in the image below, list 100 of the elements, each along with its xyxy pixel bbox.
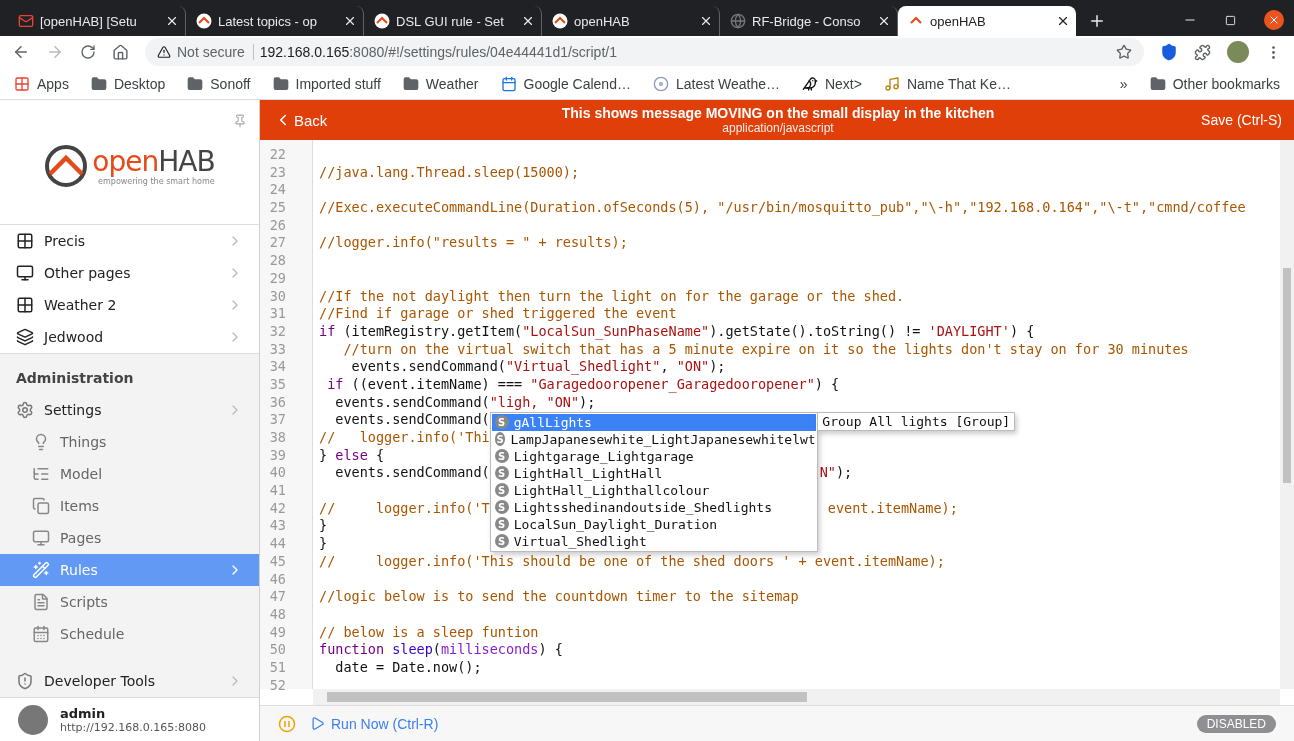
- house-circle-icon: [374, 13, 390, 29]
- bookmark-link[interactable]: Other bookmarks: [1172, 75, 1280, 92]
- line-number: 49: [268, 623, 287, 642]
- shield-icon[interactable]: [1160, 43, 1178, 61]
- browser-tab[interactable]: openHAB: [898, 6, 1076, 36]
- copy-icon: [32, 497, 50, 515]
- script-type: application/javascript: [722, 121, 834, 135]
- line-number: 52: [268, 676, 287, 695]
- suggestion-badge: S: [494, 534, 509, 548]
- disc-icon: [652, 75, 669, 92]
- line-number: 36: [268, 393, 287, 412]
- list-icon: [32, 465, 50, 483]
- line-number: 47: [268, 588, 287, 606]
- close-icon[interactable]: [343, 14, 357, 28]
- suggestion-item[interactable]: S Lightgarage_Lightgarage: [491, 447, 816, 465]
- sidebar-item[interactable]: Other pages: [0, 257, 259, 289]
- line-number: 25: [268, 199, 287, 217]
- close-icon[interactable]: [699, 14, 713, 28]
- star-icon[interactable]: [1116, 44, 1132, 60]
- logo-icon: [44, 144, 89, 188]
- bookmark-link[interactable]: Name That Ke…: [906, 75, 1011, 92]
- run-now-link[interactable]: Run Now (Ctrl-R): [310, 715, 439, 732]
- line-number: 39: [268, 446, 287, 465]
- suggestion-item[interactable]: S LightHall_Lighthallcolour: [491, 481, 816, 499]
- calendar-icon: [32, 625, 50, 643]
- sidebar-item[interactable]: Scripts: [0, 586, 259, 618]
- music-note-icon: [883, 75, 900, 92]
- code-editor[interactable]: //java.lang.Thread.sleep(15000); //Exec.executeCommandLine(Duration.ofSeconds(5), "/usr/bin/mosquitto_pub","\-h","192.168.0.164","\-t","cmnd/coffee //logger.info("results = " + results); //If the not daylight then turn the light on for the garage or the shed. //Find if garage or shed triggered the event if (itemRegistry.getItem("LocalSun_SunPhaseName").getState().toString() != 'DAYLIGHT') { //turn on the virtual switch that has a 5 minute expire on it so the lights don't stay on for 30 minutes events.sendCommand("Virtual_Shedlight", "ON"); if ((event.itemName) === "Garagedooropener_Garagedooropener") { events.sendCommand("ligh, "ON"); events.sendCommand( // logger.info('Thi } else { events.sendCommand( N"); // logger.info('T event.itemName); } } // logger.info('This should be one of the shed doors ' + event.itemName); //logic below is to send the countdown timer to the sitemap // below is a sleep funtion function sleep(milliseconds) { date = Date.now(); S gAllLights S LampJapanesewhite_LightJapanesewhitelwt S Lightgarage_Lightgarage S LightHall_LightHall S LightHall_Lighthallcolour S Lightsshedinandoutside_Shedlights S LocalSun_Daylight_Duration S Virtual_Shedlight Group All lights [Group]: [313, 140, 1280, 689]
- line-number: 23: [268, 163, 287, 182]
- line-number: 51: [268, 658, 287, 677]
- warning-icon: [157, 45, 171, 59]
- new-tab-icon[interactable]: [1088, 12, 1106, 30]
- line-number: 44: [268, 535, 287, 553]
- sidebar-item[interactable]: Model: [0, 458, 259, 490]
- bookmark-link[interactable]: Imported stuff: [295, 75, 381, 92]
- line-number: 42: [268, 499, 287, 518]
- suggestion-item[interactable]: S LocalSun_Daylight_Duration: [491, 515, 816, 533]
- close-icon[interactable]: [165, 14, 179, 28]
- folder-icon: [90, 75, 107, 92]
- bird-icon: [801, 75, 818, 92]
- reload-icon[interactable]: [80, 44, 96, 60]
- bookmark-link[interactable]: Weather: [425, 75, 479, 92]
- settings-icon: [16, 401, 34, 419]
- suggestion-badge: S: [494, 449, 509, 463]
- sidebar-item[interactable]: Precis: [0, 225, 259, 257]
- suggestion-item[interactable]: S LightHall_LightHall: [491, 464, 816, 482]
- suggestion-badge: S: [494, 500, 509, 514]
- line-number: 29: [268, 269, 287, 288]
- suggestion-badge: S: [494, 432, 506, 446]
- line-number: 33: [268, 340, 287, 359]
- suggestion-item[interactable]: S Lightsshedinandoutside_Shedlights: [491, 498, 816, 516]
- sidebar-item[interactable]: Developer Tools: [0, 665, 259, 697]
- folder-icon: [272, 75, 289, 92]
- document-icon: [32, 593, 50, 611]
- calendar-icon: [500, 75, 517, 92]
- suggestion-item[interactable]: S Virtual_Shedlight: [491, 532, 816, 550]
- address-bar[interactable]: Not secure 192.168.0.165:8080/#!/settings/rules/04e44441d1/script/1: [145, 38, 1144, 66]
- bookmark-link[interactable]: Latest Weathe…: [675, 75, 780, 92]
- close-icon[interactable]: [1056, 14, 1070, 28]
- suggestion-badge: S: [494, 517, 509, 531]
- avatar[interactable]: [1227, 41, 1249, 63]
- folder-icon: [402, 75, 419, 92]
- logo-tagline: empowering the smart home: [98, 176, 215, 186]
- monitor-icon: [32, 529, 50, 547]
- sidebar-item[interactable]: Things: [0, 426, 259, 458]
- sidebar-item[interactable]: Items: [0, 490, 259, 522]
- window-close-button[interactable]: [1264, 10, 1284, 30]
- more-bookmarks-button[interactable]: »: [1119, 75, 1128, 92]
- vertical-scrollbar[interactable]: [1280, 140, 1294, 689]
- sidebar-item[interactable]: Weather 2: [0, 289, 259, 321]
- section-heading: Administration: [15, 369, 135, 388]
- sidebar-item[interactable]: Jedwood: [0, 321, 259, 353]
- suggestion-tooltip: Group All lights [Group]: [817, 411, 1016, 431]
- close-icon[interactable]: [521, 14, 535, 28]
- save-link[interactable]: Save (Ctrl-S): [1172, 112, 1282, 128]
- line-number: 38: [268, 429, 287, 447]
- user-name: admin: [60, 705, 107, 721]
- sidebar-item[interactable]: Settings: [0, 394, 259, 426]
- suggestion-item[interactable]: S LampJapanesewhite_LightJapanesewhitelwt: [491, 430, 816, 448]
- bookmark-link[interactable]: Sonoff: [210, 75, 251, 92]
- bookmark-link[interactable]: Google Calend…: [523, 75, 631, 92]
- sidebar-item[interactable]: Schedule: [0, 618, 259, 650]
- bookmark-link[interactable]: Next>: [824, 75, 862, 92]
- folder-icon: [1149, 75, 1166, 92]
- line-number: 27: [268, 234, 287, 253]
- restore-icon[interactable]: [1225, 14, 1236, 26]
- globe-icon: [730, 13, 746, 29]
- suggestion-item[interactable]: S gAllLights: [491, 413, 816, 431]
- bookmark-link[interactable]: Desktop: [113, 75, 166, 92]
- home-icon[interactable]: [112, 43, 129, 61]
- server-url: http://192.168.0.165:8080: [60, 720, 206, 734]
- line-number: 24: [268, 181, 287, 200]
- back-link[interactable]: Back: [274, 111, 384, 129]
- monitor-icon: [16, 264, 34, 282]
- bookmark-link[interactable]: Apps: [37, 75, 69, 92]
- puzzle-icon[interactable]: [1194, 43, 1211, 61]
- horizontal-scrollbar[interactable]: [313, 689, 1280, 705]
- line-number: 31: [268, 305, 287, 323]
- close-icon[interactable]: [877, 14, 891, 28]
- sidebar-item[interactable]: Pages: [0, 522, 259, 554]
